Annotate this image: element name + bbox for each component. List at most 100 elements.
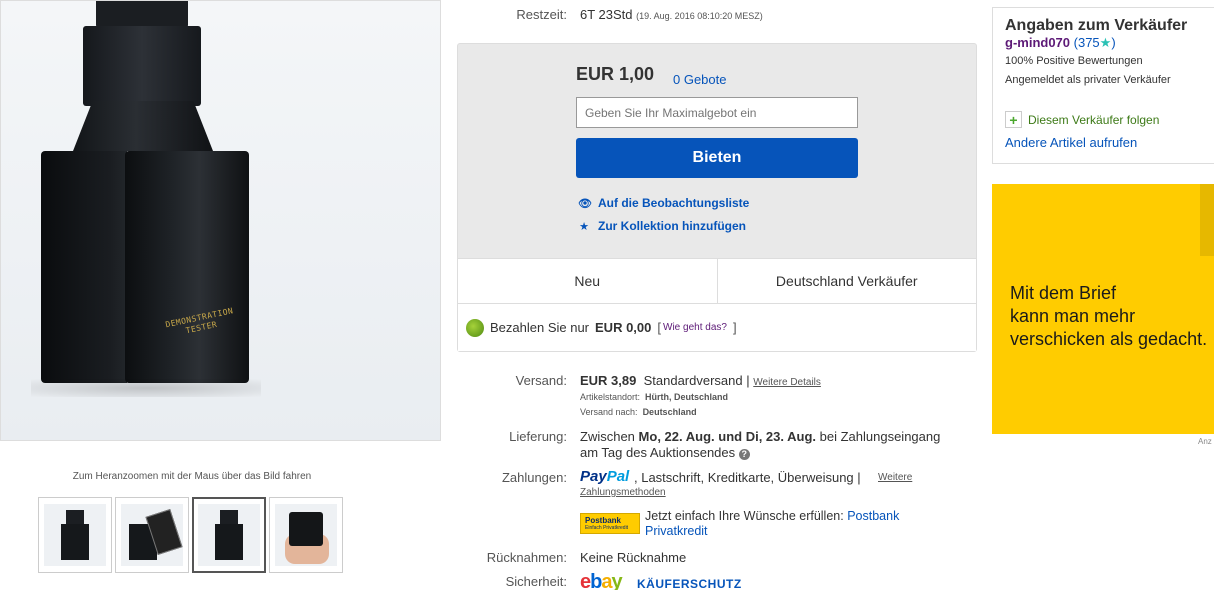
delivery-from: Mo, 22. Aug. (638, 429, 715, 444)
watchlist-link[interactable]: 👁 Auf die Beobachtungsliste (578, 196, 749, 210)
ship-to-value: Deutschland (642, 407, 697, 417)
ebay-logo: ebay (580, 571, 623, 590)
collection-label: Zur Kollektion hinzufügen (598, 219, 746, 233)
bottle-cap-top (96, 1, 188, 29)
delivery-line2: am Tag des Auktionsendes (580, 445, 736, 460)
plus-icon: + (1005, 111, 1022, 128)
item-location: Artikelstandort: Hürth, Deutschland (580, 392, 728, 402)
bottle-shadow (31, 379, 261, 397)
thumbnail-2[interactable] (115, 497, 189, 573)
current-price: EUR 1,00 (576, 64, 655, 84)
returns-value: Keine Rücknahme (580, 550, 687, 565)
ad-line1: Mit dem Brief (1010, 283, 1117, 303)
delivery-and: und (718, 429, 743, 444)
payment-methods: , Lastschrift, Kreditkarte, Überweisung … (634, 470, 861, 485)
seller-name-link[interactable]: g-mind070 (1005, 35, 1070, 50)
seller-info-panel: Angaben zum Verkäufer g-mind070 (375★) 1… (992, 7, 1214, 164)
max-bid-input[interactable] (576, 97, 858, 128)
thumbnail-4[interactable] (269, 497, 343, 573)
remaining-time: 6T 23Std (19. Aug. 2016 08:10:20 MESZ) (580, 7, 763, 22)
condition-cell: Neu (574, 273, 601, 289)
postbank-text: Jetzt einfach Ihre Wünsche erfüllen: (645, 509, 844, 523)
help-icon[interactable]: ? (738, 449, 750, 460)
leaf-icon (466, 318, 484, 337)
seller-score-close: ) (1111, 35, 1116, 50)
seller-positive: 100% Positive Bewertungen (1005, 55, 1143, 67)
pay-row: Bezahlen Sie nur EUR 0,00 [ Wie geht das… (458, 303, 976, 351)
delivery-prefix: Zwischen (580, 429, 635, 444)
payment-more-link-1[interactable]: Weitere (878, 472, 912, 483)
buyer-protection-label[interactable]: KÄUFERSCHUTZ (637, 577, 742, 590)
postbank-offer: Jetzt einfach Ihre Wünsche erfüllen: Pos… (645, 509, 899, 539)
shipping-label: Versand: (515, 373, 567, 388)
ebay-b: b (590, 571, 602, 590)
ship-to-label: Versand nach: (580, 407, 638, 417)
ad-line3: verschicken als gedacht. (1010, 329, 1208, 349)
ebay-e: e (580, 571, 591, 590)
postbank-link-2[interactable]: Privatkredit (645, 524, 708, 538)
pay-bracket-close: ] (732, 320, 737, 335)
ad-line2: kann man mehr (1010, 306, 1136, 326)
delivery-label: Lieferung: (509, 429, 567, 444)
payment-more-link-2[interactable]: Zahlungsmethoden (580, 487, 666, 498)
postbank-logo-sub: Einfach Privatkredit (585, 525, 629, 531)
ebay-y: y (611, 571, 622, 590)
item-info-row: Neu Deutschland Verkäufer (458, 258, 976, 303)
postbank-logo: Postbank Einfach Privatkredit (580, 513, 640, 534)
zoom-hint: Zum Heranzoomen mit der Maus über das Bi… (72, 471, 312, 482)
thumbnail-3[interactable] (192, 497, 266, 573)
remaining-label: Restzeit: (516, 7, 567, 22)
bottle-side (41, 151, 127, 383)
star-icon: ★ (579, 220, 589, 233)
shipping-details-link[interactable]: Weitere Details (753, 377, 821, 388)
shipping-method: Standardversand (643, 373, 743, 388)
rating-star-icon: ★ (1099, 35, 1112, 50)
seller-registered: Angemeldet als privater Verkäufer (1005, 74, 1171, 86)
item-location-label: Artikelstandort: (580, 392, 641, 402)
bottle-neck (73, 101, 213, 151)
ebay-a: a (601, 571, 612, 590)
main-product-image[interactable]: DEMONSTRATION TESTER (0, 0, 441, 441)
bottle-cap (83, 26, 201, 106)
watchlist-label: Auf die Beobachtungsliste (598, 196, 750, 210)
ad-caption: Anz (1198, 437, 1212, 446)
remaining-value: 6T 23Std (580, 7, 633, 22)
item-location-value: Hürth, Deutschland (645, 392, 729, 402)
bid-count-link[interactable]: 0 Gebote (673, 72, 727, 87)
advertisement-banner[interactable]: Mit dem Brief kann man mehr verschicken … (992, 184, 1214, 434)
eye-icon: 👁 (578, 197, 592, 210)
follow-seller-label: Diesem Verkäufer folgen (1028, 112, 1160, 127)
ad-fold-graphic (1200, 184, 1214, 256)
paypal-pay: Pay (580, 468, 607, 485)
security-label: Sicherheit: (505, 574, 567, 589)
seller-name-row: g-mind070 (375★) (1005, 35, 1116, 51)
pay-prefix: Bezahlen Sie nur (490, 320, 590, 335)
delivery-suffix: bei Zahlungseingang (819, 429, 941, 444)
postbank-logo-text: Postbank (585, 516, 622, 525)
postbank-link-1[interactable]: Postbank (847, 509, 899, 523)
other-items-link[interactable]: Andere Artikel aufrufen (1005, 135, 1137, 150)
bid-button[interactable]: Bieten (576, 138, 858, 178)
delivery-to: Di, 23. Aug. (745, 429, 817, 444)
shipping-separator: | (746, 373, 750, 388)
paypal-pal: Pal (606, 468, 630, 485)
ship-to: Versand nach: Deutschland (580, 407, 697, 417)
returns-label: Rücknahmen: (486, 550, 567, 565)
paypal-logo: PayPal (580, 468, 629, 485)
delivery-value: Zwischen Mo, 22. Aug. und Di, 23. Aug. b… (580, 429, 940, 461)
thumbnail-1[interactable] (38, 497, 112, 573)
pay-amount: EUR 0,00 (595, 320, 652, 335)
seller-location-cell: Deutschland Verkäufer (716, 259, 977, 303)
thumbnail-strip (38, 497, 343, 573)
shipping-value: EUR 3,89 Standardversand | Weitere Detai… (580, 373, 821, 388)
shipping-price: EUR 3,89 (580, 373, 637, 388)
pay-how-link[interactable]: Wie geht das? (663, 322, 727, 333)
seller-score[interactable]: (375 (1074, 35, 1100, 50)
ad-text: Mit dem Brief kann man mehr verschicken … (1010, 282, 1207, 351)
collection-link[interactable]: ★ Zur Kollektion hinzufügen (578, 219, 746, 233)
pay-bracket-open: [ (657, 320, 662, 335)
follow-seller-link[interactable]: + Diesem Verkäufer folgen (1005, 111, 1159, 128)
payment-label: Zahlungen: (501, 470, 567, 485)
seller-title: Angaben zum Verkäufer (1005, 17, 1188, 34)
remaining-date: (19. Aug. 2016 08:10:20 MESZ) (636, 11, 763, 21)
